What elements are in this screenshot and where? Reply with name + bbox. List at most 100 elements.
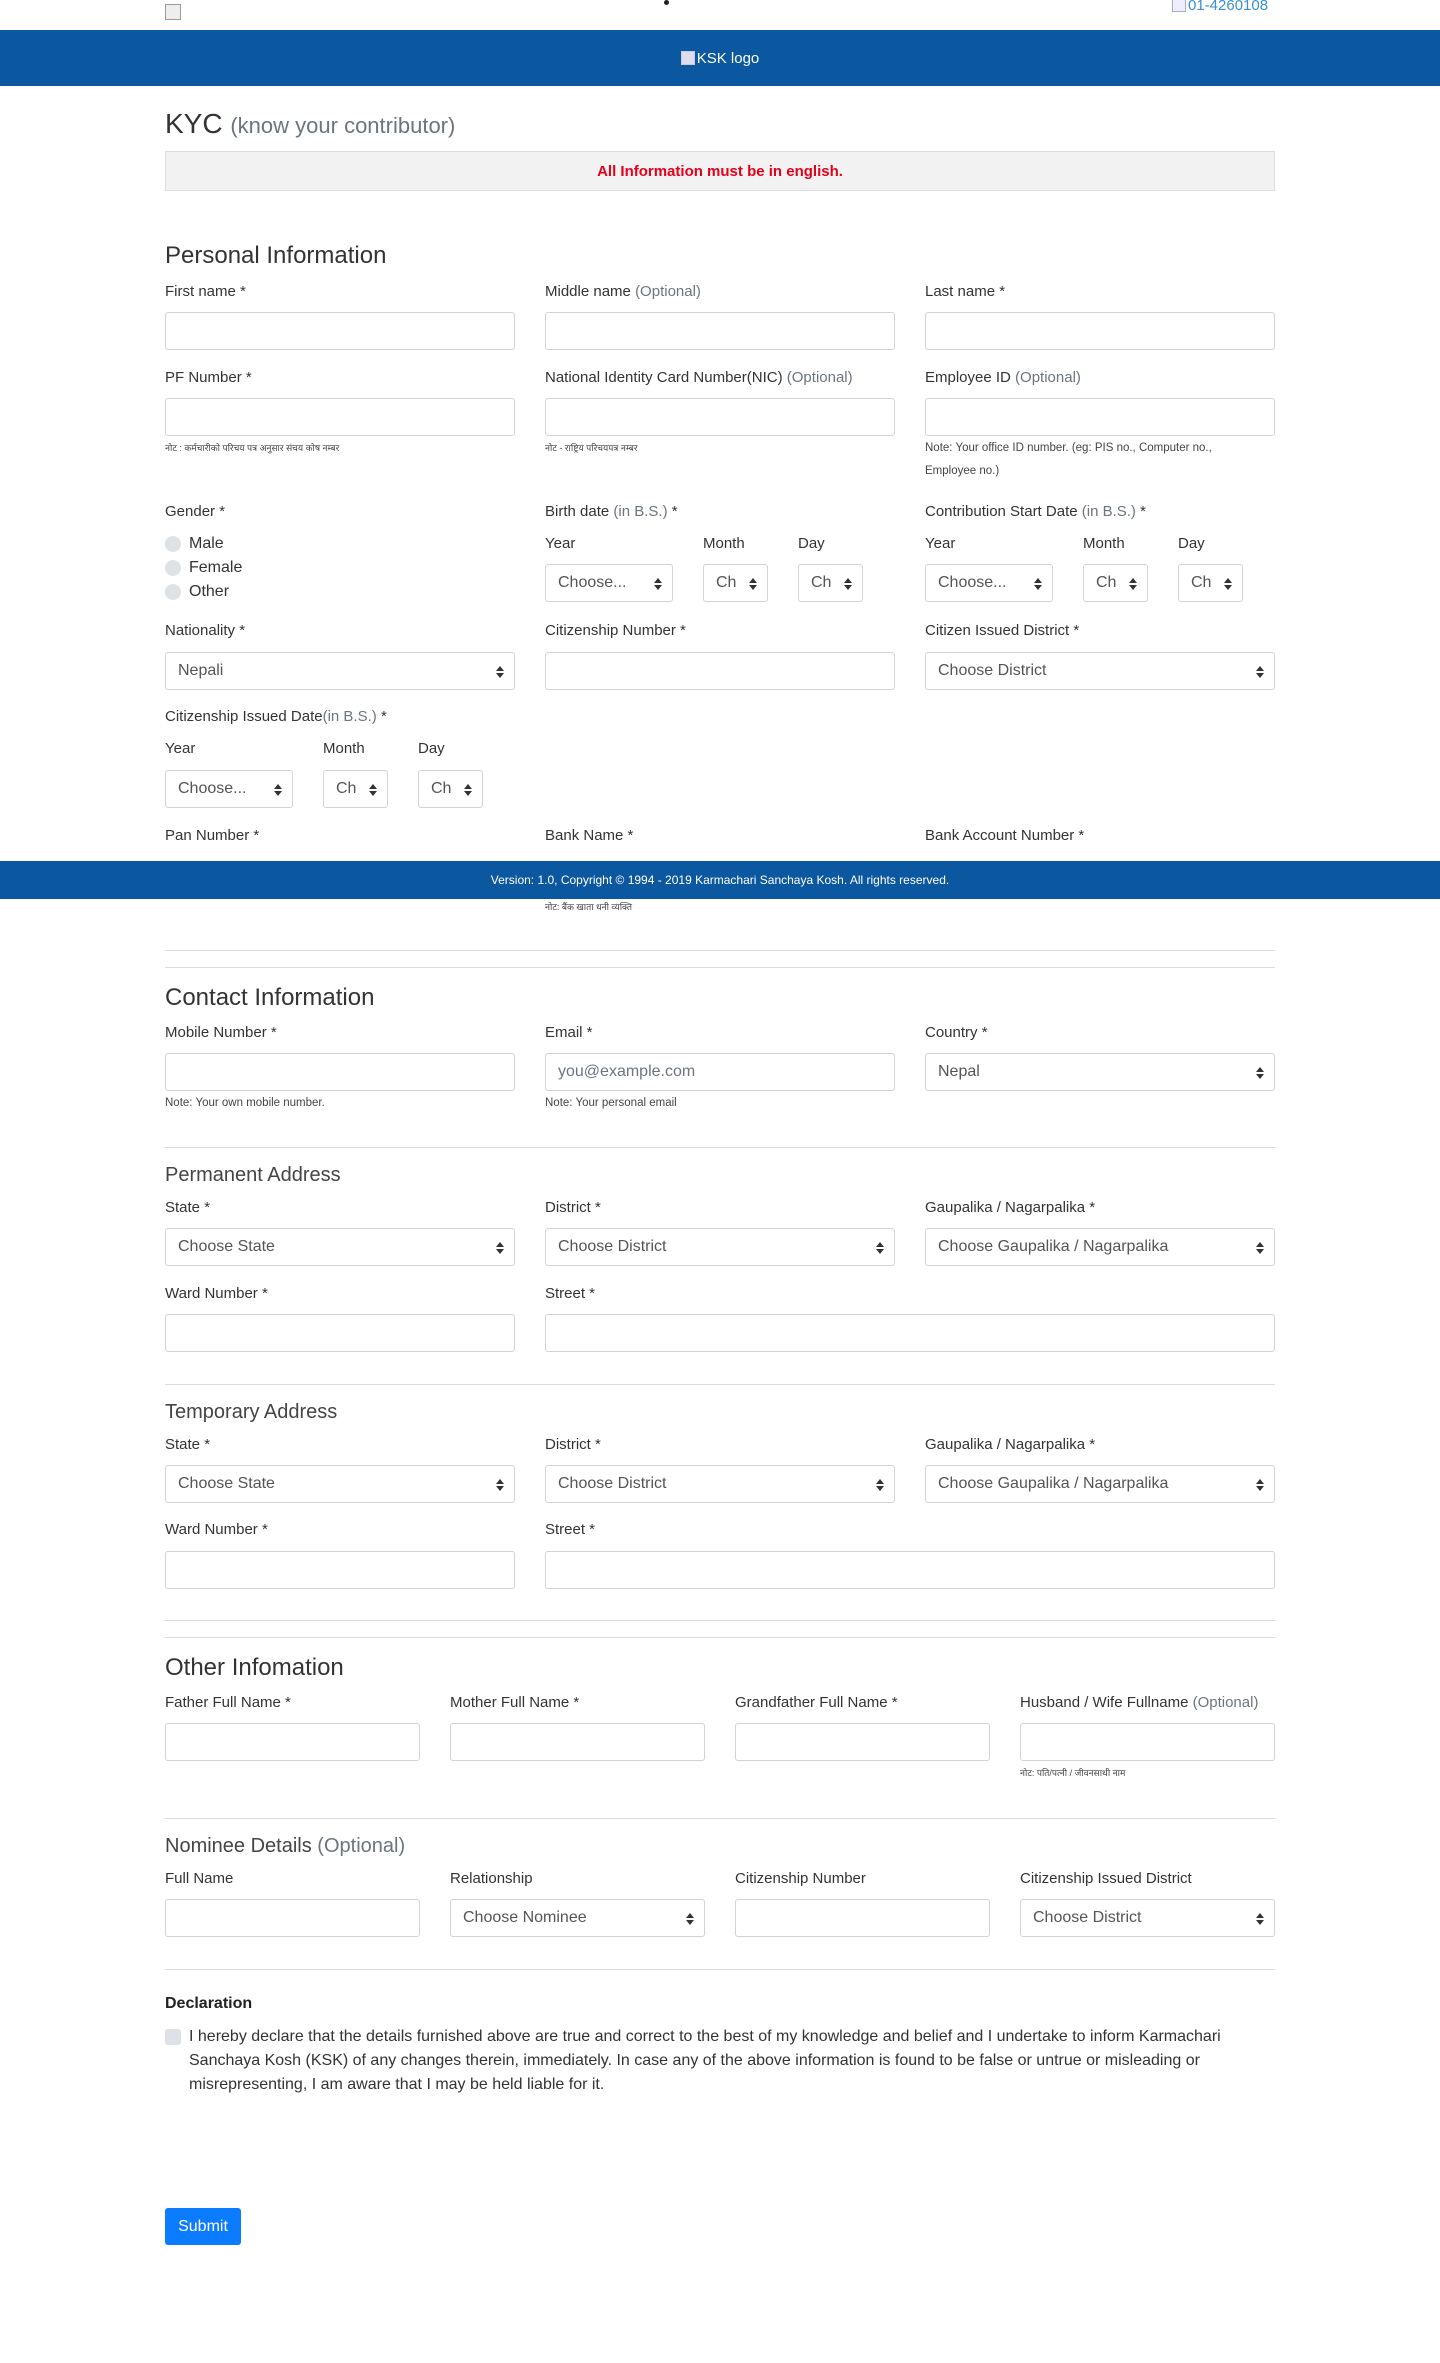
cit-day-select[interactable]: Ch [418, 770, 483, 808]
nominee-district-select[interactable]: Choose District [1020, 1899, 1275, 1937]
phone-link[interactable]: 01-4260108 [1172, 0, 1268, 14]
perm-street-input[interactable] [545, 1314, 1275, 1352]
employee-note-line1: Note: Your office ID number. (eg: PIS no… [925, 442, 1212, 454]
email-input[interactable]: you@example.com [545, 1053, 895, 1091]
declaration-title: Declaration [165, 1995, 253, 2012]
spouse-label: Husband / Wife Fullname (Optional) [1020, 1694, 1258, 1711]
spouse-note: नोट: पति/पत्नी / जीवनसाथी नाम [1020, 1768, 1126, 1778]
gender-female-label: Female [189, 559, 243, 576]
citizenship-number-label: Citizenship Number * [545, 622, 686, 639]
employee-id-input[interactable] [925, 398, 1275, 436]
nic-input[interactable] [545, 398, 895, 436]
perm-state-select[interactable]: Choose State [165, 1228, 515, 1266]
pf-number-input[interactable] [165, 398, 515, 436]
divider [165, 1637, 1275, 1638]
first-name-label: First name * [165, 283, 246, 300]
divider [165, 967, 1275, 968]
nominee-name-input[interactable] [165, 1899, 420, 1937]
country-select[interactable]: Nepal [925, 1053, 1275, 1091]
grandfather-label: Grandfather Full Name * [735, 1694, 898, 1711]
birth-date-text: Birth date [545, 503, 610, 520]
middle-name-input[interactable] [545, 312, 895, 350]
logo-alt-text: KSK logo [696, 49, 760, 67]
birth-month-select[interactable]: Ch [703, 564, 768, 602]
mother-input[interactable] [450, 1723, 705, 1761]
nationality-label: Nationality * [165, 622, 246, 639]
cit-year-select[interactable]: Choose... [165, 770, 293, 808]
pf-number-label: PF Number * [165, 369, 252, 386]
submit-button[interactable]: Submit [165, 2208, 241, 2245]
employee-note-line2: Employee no.) [925, 465, 1000, 477]
grandfather-input[interactable] [735, 1723, 990, 1761]
gender-female-radio[interactable]: Female [165, 559, 242, 577]
radio-circle[interactable] [165, 560, 181, 576]
spouse-input[interactable] [1020, 1723, 1275, 1761]
broken-image-icon [680, 51, 695, 65]
temp-ward-input[interactable] [165, 1551, 515, 1589]
permanent-address-heading: Permanent Address [165, 1164, 341, 1186]
contrib-year-select[interactable]: Choose... [925, 564, 1053, 602]
citizenship-number-input[interactable] [545, 652, 895, 690]
gender-other-label: Other [189, 583, 230, 600]
required-star: * [380, 708, 387, 725]
cit-month-label: Month [323, 740, 365, 757]
nominee-relationship-label: Relationship [450, 1870, 533, 1887]
divider [165, 950, 1275, 951]
employee-id-text: Employee ID [925, 369, 1011, 386]
nominee-heading: Nominee Details (Optional) [165, 1835, 405, 1858]
perm-district-select[interactable]: Choose District [545, 1228, 895, 1266]
father-input[interactable] [165, 1723, 420, 1761]
temp-ward-label: Ward Number * [165, 1521, 268, 1538]
divider [165, 1969, 1275, 1970]
pf-note: नोट : कर्मचारीको परिचय पत्र अनुसार संचय … [165, 443, 340, 453]
contrib-day-select[interactable]: Ch [1178, 564, 1243, 602]
first-name-input[interactable] [165, 312, 515, 350]
gender-other-radio[interactable]: Other [165, 583, 229, 601]
radio-circle[interactable] [165, 584, 181, 600]
mobile-input[interactable] [165, 1053, 515, 1091]
email-label: Email * [545, 1024, 593, 1041]
in-bs-tag: (in B.S.) [1081, 503, 1136, 520]
contrib-month-select[interactable]: Ch [1083, 564, 1148, 602]
gender-male-radio[interactable]: Male [165, 535, 224, 553]
father-label: Father Full Name * [165, 1694, 291, 1711]
bank-note: नोट: बैंक खाता धनी व्यक्ति [545, 902, 633, 912]
contrib-year-label: Year [925, 535, 956, 552]
temp-street-label: Street * [545, 1521, 596, 1538]
ksk-logo: KSK logo [680, 49, 760, 67]
radio-circle[interactable] [165, 536, 181, 552]
middle-name-text: Middle name [545, 283, 631, 300]
temp-state-select[interactable]: Choose State [165, 1465, 515, 1503]
perm-gaupalika-select[interactable]: Choose Gaupalika / Nagarpalika [925, 1228, 1275, 1266]
pan-number-label: Pan Number * [165, 827, 260, 844]
last-name-input[interactable] [925, 312, 1275, 350]
nominee-citizenship-input[interactable] [735, 1899, 990, 1937]
temp-street-input[interactable] [545, 1551, 1275, 1589]
citizenship-date-text: Citizenship Issued Date [165, 708, 323, 725]
nominee-relationship-select[interactable]: Choose Nominee [450, 1899, 705, 1937]
nationality-select[interactable]: Nepali [165, 652, 515, 690]
perm-state-label: State * [165, 1199, 211, 1216]
footer-bar: Version: 1.0, Copyright © 1994 - 2019 Ka… [0, 861, 1440, 899]
title-sub: (know your contributor) [230, 113, 456, 138]
middle-name-label: Middle name (Optional) [545, 283, 701, 300]
phone-number[interactable]: 01-4260108 [1188, 0, 1268, 14]
cit-month-select[interactable]: Ch [323, 770, 388, 808]
birth-year-select[interactable]: Choose... [545, 564, 673, 602]
english-alert: All Information must be in english. [165, 151, 1275, 191]
in-bs-tag: (in B.S.) [322, 708, 377, 725]
birth-day-select[interactable]: Ch [798, 564, 863, 602]
temp-district-select[interactable]: Choose District [545, 1465, 895, 1503]
perm-ward-label: Ward Number * [165, 1285, 268, 1302]
nominee-district-label: Citizenship Issued District [1020, 1870, 1192, 1887]
temp-gaupalika-select[interactable]: Choose Gaupalika / Nagarpalika [925, 1465, 1275, 1503]
perm-ward-input[interactable] [165, 1314, 515, 1352]
nominee-name-label: Full Name [165, 1870, 234, 1887]
temp-state-label: State * [165, 1436, 211, 1453]
birth-month-label: Month [703, 535, 745, 552]
temporary-address-heading: Temporary Address [165, 1401, 338, 1423]
gender-male-label: Male [189, 535, 224, 552]
declaration-checkbox[interactable] [165, 2029, 181, 2045]
citizen-district-select[interactable]: Choose District [925, 652, 1275, 690]
perm-street-label: Street * [545, 1285, 596, 1302]
